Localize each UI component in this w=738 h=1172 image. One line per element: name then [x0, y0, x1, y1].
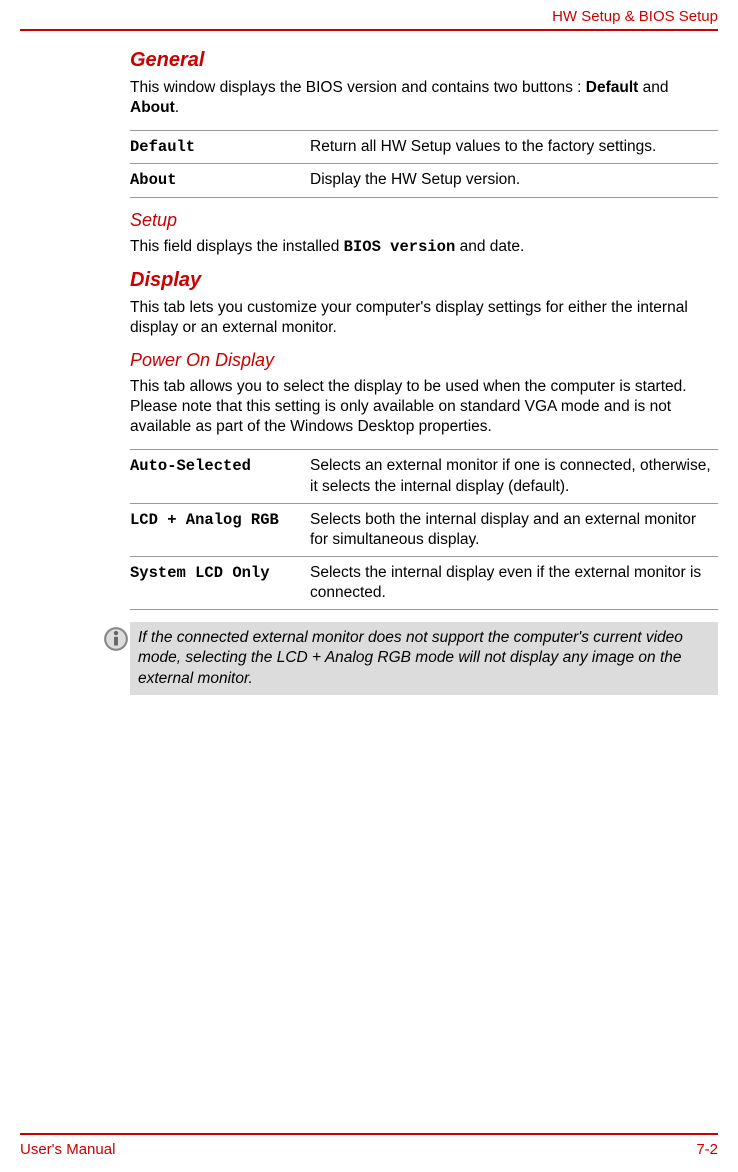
- term: About: [130, 164, 310, 197]
- note-row: If the connected external monitor does n…: [102, 622, 718, 694]
- table-row: Default Return all HW Setup values to th…: [130, 131, 718, 164]
- general-intro: This window displays the BIOS version an…: [130, 78, 718, 118]
- footer-left: User's Manual: [20, 1141, 115, 1158]
- table-row: System LCD Only Selects the internal dis…: [130, 556, 718, 609]
- term: System LCD Only: [130, 556, 310, 609]
- page-header: HW Setup & BIOS Setup: [20, 0, 718, 29]
- term: Default: [130, 131, 310, 164]
- info-icon: [102, 626, 130, 652]
- heading-display: Display: [130, 269, 718, 292]
- text: .: [175, 99, 179, 116]
- text: and date.: [455, 238, 524, 255]
- setup-text: This field displays the installed BIOS v…: [130, 237, 718, 257]
- note-box: If the connected external monitor does n…: [130, 622, 718, 694]
- footer-rule: [20, 1133, 718, 1135]
- general-table: Default Return all HW Setup values to th…: [130, 130, 718, 197]
- page-footer: User's Manual 7-2: [20, 1133, 718, 1158]
- footer-right: 7-2: [696, 1141, 718, 1158]
- poweron-text: This tab allows you to select the displa…: [130, 377, 718, 437]
- display-text: This tab lets you customize your compute…: [130, 298, 718, 338]
- text: and: [638, 79, 668, 96]
- desc: Return all HW Setup values to the factor…: [310, 131, 718, 164]
- desc: Selects the internal display even if the…: [310, 556, 718, 609]
- text-bold: About: [130, 99, 175, 116]
- desc: Selects both the internal display and an…: [310, 503, 718, 556]
- desc: Display the HW Setup version.: [310, 164, 718, 197]
- heading-general: General: [130, 49, 718, 72]
- header-rule: [20, 29, 718, 31]
- desc: Selects an external monitor if one is co…: [310, 450, 718, 503]
- table-row: About Display the HW Setup version.: [130, 164, 718, 197]
- text-bold: Default: [586, 79, 639, 96]
- poweron-table: Auto-Selected Selects an external monito…: [130, 449, 718, 610]
- term: LCD + Analog RGB: [130, 503, 310, 556]
- term: Auto-Selected: [130, 450, 310, 503]
- heading-setup: Setup: [130, 210, 718, 231]
- table-row: Auto-Selected Selects an external monito…: [130, 450, 718, 503]
- heading-poweron: Power On Display: [130, 350, 718, 371]
- text: This window displays the BIOS version an…: [130, 79, 586, 96]
- table-row: LCD + Analog RGB Selects both the intern…: [130, 503, 718, 556]
- text: This field displays the installed: [130, 238, 344, 255]
- text-mono: BIOS version: [344, 238, 456, 256]
